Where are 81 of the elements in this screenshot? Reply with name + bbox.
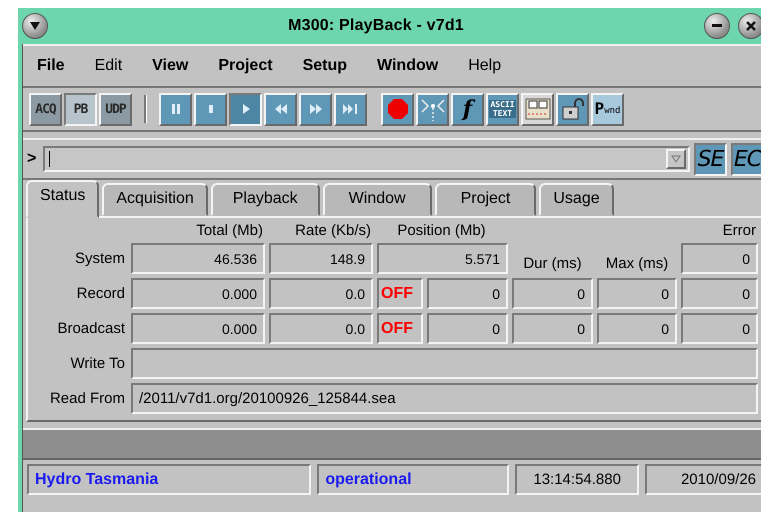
panel-icon	[524, 98, 550, 120]
table-cell: 0	[512, 278, 593, 309]
table-cell: 0.0	[269, 313, 373, 344]
status-text: 2010/09/26	[645, 464, 761, 495]
rewind-icon	[272, 102, 288, 116]
pause-button[interactable]	[159, 92, 192, 126]
function-button[interactable]: f	[451, 92, 484, 126]
column-header: Max (ms)	[604, 255, 670, 274]
status-text: Hydro Tasmania	[27, 464, 312, 495]
row-label: Broadcast	[56, 320, 126, 337]
forward-button[interactable]	[299, 92, 332, 126]
table-cell: 0	[597, 313, 677, 344]
table-cell: 148.9	[269, 243, 373, 274]
tab[interactable]: Status	[26, 180, 100, 218]
unlocked-padlock-icon	[560, 97, 586, 121]
table-cell: 0	[427, 278, 508, 309]
table-cell: 0.0	[269, 278, 373, 309]
close-icon	[745, 20, 757, 32]
window-tool-label: Pwnd	[594, 102, 620, 116]
command-prompt: >	[27, 150, 38, 168]
record-icon	[386, 97, 410, 121]
read-from-field[interactable]: /2011/v7d1.org/20100926_125844.sea	[131, 383, 758, 414]
fast-forward-icon	[308, 102, 324, 116]
table-cell: 0	[512, 313, 593, 344]
status-text: 13:14:54.880	[514, 464, 640, 495]
row-label: Record	[76, 285, 126, 302]
menu-item[interactable]: Window	[369, 55, 446, 77]
menu-item[interactable]: File	[29, 55, 73, 77]
table-cell: 46.536	[131, 243, 265, 274]
window-title: M300: PlayBack - v7d1	[287, 17, 465, 35]
minimize-button[interactable]	[704, 13, 730, 39]
stop-button[interactable]	[194, 92, 227, 126]
tool-button[interactable]	[556, 92, 589, 126]
table-cell: 5.571	[377, 243, 508, 274]
close-button[interactable]	[738, 13, 761, 39]
play-button[interactable]	[229, 92, 262, 126]
table-cell: 0	[681, 278, 758, 309]
mode-button[interactable]: PB	[64, 92, 97, 126]
window-menu-button[interactable]	[22, 13, 48, 39]
mode-button[interactable]: ACQ	[29, 92, 62, 126]
rewind-button[interactable]	[264, 92, 297, 126]
table-cell: 0.000	[131, 313, 265, 344]
row-label: Read From	[48, 390, 126, 407]
write-to-field[interactable]	[131, 348, 758, 379]
tool-button[interactable]	[521, 92, 554, 126]
mode-badge[interactable]: SE	[694, 142, 727, 176]
tab[interactable]: Window	[322, 183, 432, 216]
tab[interactable]: Acquisition	[102, 183, 208, 216]
column-header: Dur (ms)	[522, 255, 583, 274]
state-indicator: OFF	[377, 313, 423, 344]
menu-item[interactable]: Project	[210, 55, 281, 77]
row-label: Write To	[70, 355, 126, 372]
column-header: Total (Mb)	[195, 222, 264, 239]
status-text: operational	[317, 464, 509, 495]
minimize-icon	[711, 24, 723, 28]
down-triangle-icon	[29, 21, 41, 31]
column-header: Error	[722, 222, 757, 239]
ascii-text-button[interactable]: ASCII TEXT	[486, 92, 519, 126]
column-header: Rate (Kb/s)	[294, 222, 372, 239]
row-label: System	[74, 250, 126, 267]
table-cell: 0	[427, 313, 508, 344]
skip-to-end-icon	[342, 102, 360, 116]
menu-item[interactable]: View	[144, 55, 196, 77]
mode-button[interactable]: UDP	[99, 92, 132, 126]
window-tool-button[interactable]: Pwnd	[591, 92, 624, 126]
tab[interactable]: Playback	[210, 183, 320, 216]
menu-item[interactable]: Edit	[86, 55, 130, 77]
end-button[interactable]	[334, 92, 367, 126]
mode-badge[interactable]: EC	[731, 142, 761, 176]
state-indicator: OFF	[377, 278, 423, 309]
table-cell: 0	[681, 243, 758, 274]
tab[interactable]: Usage	[539, 183, 614, 216]
ascii-label: ASCII TEXT	[489, 100, 516, 118]
table-cell: 0.000	[131, 278, 265, 309]
table-cell: 0	[681, 313, 758, 344]
command-field[interactable]	[43, 146, 690, 172]
table-cell: 0	[597, 278, 677, 309]
column-header: Position (Mb)	[396, 222, 487, 239]
menu-item[interactable]: Setup	[294, 55, 356, 77]
menu-item[interactable]: Help	[460, 55, 510, 77]
tab[interactable]: Project	[434, 183, 536, 216]
